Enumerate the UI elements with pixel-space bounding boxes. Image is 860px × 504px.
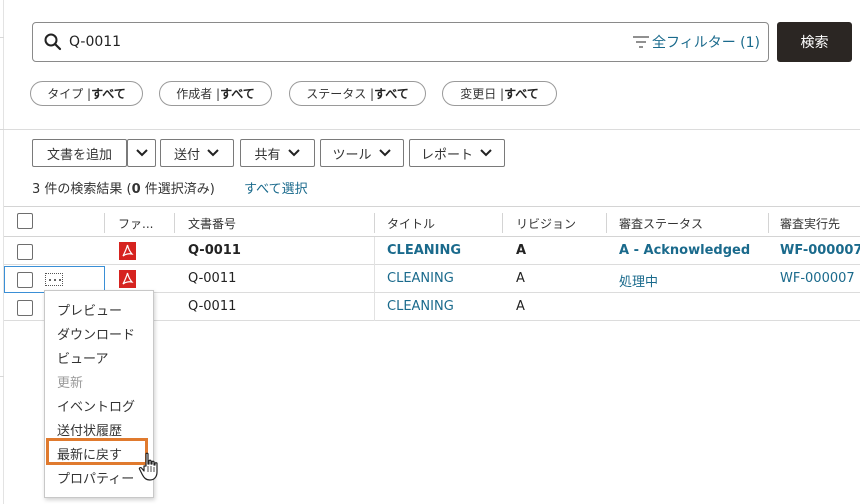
revision: A [516, 271, 525, 286]
tools-menu-button[interactable]: ツール [320, 139, 404, 167]
chip-status-prefix: ステータス | [306, 87, 375, 101]
doc-title-link[interactable]: CLEANING [387, 299, 454, 314]
search-query[interactable]: Q-0011 [69, 34, 632, 50]
doc-title-link[interactable]: CLEANING [387, 243, 461, 258]
chip-author-value: すべて [220, 87, 255, 101]
tools-label: ツール [332, 147, 372, 163]
menu-item-preview[interactable]: プレビュー [57, 300, 122, 319]
result-count: 3 件の検索結果 (0 件選択済み) [32, 178, 215, 197]
add-document-button[interactable]: 文書を追加 [32, 139, 127, 167]
search-input[interactable]: Q-0011 全フィルター (1) [32, 22, 769, 62]
header-review-status[interactable]: 審査ステータス [619, 215, 703, 232]
add-document-dropdown[interactable] [127, 139, 156, 167]
review-status-link[interactable]: 処理中 [619, 271, 658, 290]
search-icon [44, 33, 62, 51]
review-exec-link[interactable]: WF-000007 [780, 243, 860, 258]
pdf-icon [119, 270, 136, 288]
header-doc-number[interactable]: 文書番号 [188, 215, 236, 232]
all-filters-label: 全フィルター (1) [651, 35, 760, 51]
chip-type-value: すべて [91, 87, 126, 101]
doc-number: Q-0011 [188, 271, 237, 286]
select-all-checkbox[interactable] [17, 213, 33, 229]
chip-type-prefix: タイプ | [47, 87, 92, 101]
row-checkbox[interactable] [17, 300, 33, 316]
pdf-icon [119, 242, 136, 260]
selected-count: 0 [131, 182, 141, 197]
section-divider [4, 129, 860, 130]
chip-author-prefix: 作成者 | [176, 87, 221, 101]
chip-status-filter[interactable]: ステータス | すべて [289, 81, 426, 106]
menu-item-properties[interactable]: プロパティー [57, 468, 134, 487]
table-header: ファ... 文書番号 タイトル リビジョン 審査ステータス 審査実行先 [4, 206, 860, 237]
send-label: 送付 [173, 147, 200, 163]
header-review-exec[interactable]: 審査実行先 [780, 215, 840, 232]
select-all-link[interactable]: すべて選択 [244, 178, 308, 197]
menu-item-update: 更新 [57, 376, 84, 391]
chip-modified-filter[interactable]: 変更日 | すべて [442, 81, 557, 106]
revision: A [516, 243, 527, 258]
chevron-down-icon [480, 149, 492, 157]
chevron-down-icon [207, 149, 219, 157]
review-exec-link[interactable]: WF-000007 [780, 271, 855, 286]
send-menu-button[interactable]: 送付 [160, 139, 234, 167]
chip-author-filter[interactable]: 作成者 | すべて [159, 81, 272, 106]
more-options-icon[interactable] [45, 273, 63, 286]
header-title[interactable]: タイトル [387, 215, 435, 232]
chip-type-filter[interactable]: タイプ | すべて [30, 81, 143, 106]
header-revision[interactable]: リビジョン [516, 215, 576, 232]
share-menu-button[interactable]: 共有 [240, 139, 315, 167]
doc-title-link[interactable]: CLEANING [387, 271, 454, 286]
result-count-prefix: 3 件の検索結果 ( [32, 182, 132, 197]
result-count-suffix: 件選択済み) [140, 182, 215, 197]
table-row[interactable]: Q-0011 CLEANING A 処理中 WF-000007 [4, 265, 860, 293]
menu-item-event-log[interactable]: イベントログ [57, 396, 135, 415]
chevron-down-icon [287, 149, 300, 157]
revision: A [516, 299, 525, 314]
hand-pointer-icon [138, 452, 158, 481]
doc-number: Q-0011 [188, 299, 237, 314]
highlighted-menu-item-outline [46, 438, 148, 465]
menu-item-transmittal-history[interactable]: 送付状履歴 [57, 420, 122, 439]
all-filters-link[interactable]: 全フィルター (1) [632, 32, 760, 52]
report-label: レポート [420, 147, 473, 163]
report-menu-button[interactable]: レポート [409, 139, 505, 167]
chip-modified-prefix: 変更日 | [460, 87, 505, 101]
chip-status-value: すべて [374, 87, 409, 101]
menu-item-download[interactable]: ダウンロード [57, 324, 135, 343]
chevron-down-icon [378, 149, 391, 157]
document-search-page: Q-0011 全フィルター (1) 検索 タイプ | すべて 作成者 | すべて… [0, 0, 860, 504]
header-file-type[interactable]: ファ... [118, 215, 153, 232]
row-checkbox[interactable] [17, 244, 33, 260]
share-label: 共有 [254, 147, 281, 163]
search-button[interactable]: 検索 [777, 22, 852, 62]
table-row[interactable]: Q-0011 CLEANING A A - Acknowledged WF-00… [4, 237, 860, 265]
chevron-down-icon [135, 149, 148, 157]
review-status-link[interactable]: A - Acknowledged [619, 243, 750, 258]
menu-item-viewer[interactable]: ビューア [57, 348, 108, 367]
chip-modified-value: すべて [504, 87, 539, 101]
doc-number: Q-0011 [188, 243, 241, 258]
filter-icon [632, 36, 649, 48]
